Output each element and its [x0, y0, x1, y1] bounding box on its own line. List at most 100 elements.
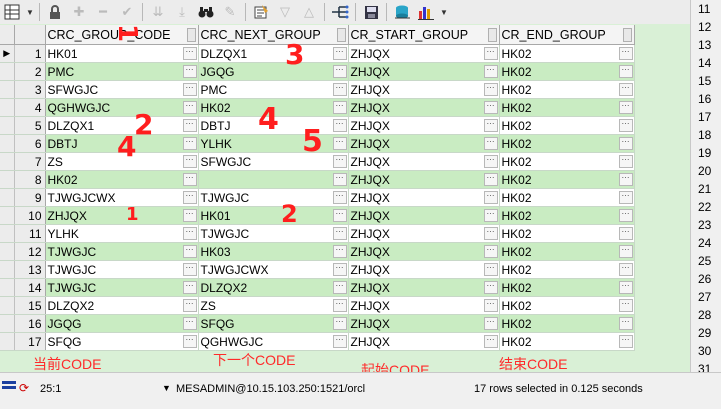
- fetch-last-icon[interactable]: ⤓: [172, 2, 192, 22]
- table-row[interactable]: 15 DLZQX2 ··· ZS ··· ZHJQX ··· HK02 ···: [0, 296, 635, 315]
- cell-ellipsis-button[interactable]: ···: [618, 119, 633, 132]
- table-cell[interactable]: ZHJQX ···: [45, 206, 199, 225]
- cell-ellipsis-button[interactable]: ···: [332, 263, 347, 276]
- row-number[interactable]: 8: [14, 170, 46, 189]
- cell-ellipsis-button[interactable]: ···: [182, 227, 197, 240]
- table-cell[interactable]: PMC ···: [45, 62, 199, 81]
- table-cell[interactable]: ZHJQX ···: [348, 62, 500, 81]
- post-check-icon[interactable]: ✔: [117, 2, 137, 22]
- table-cell[interactable]: QGHWGJC ···: [198, 332, 349, 351]
- current-row-indicator-icon[interactable]: ▶: [0, 44, 15, 63]
- table-cell[interactable]: ZS ···: [198, 296, 349, 315]
- column-header[interactable]: CR_END_GROUP: [499, 25, 635, 45]
- row-number[interactable]: 10: [14, 206, 46, 225]
- cell-ellipsis-button[interactable]: ···: [483, 281, 498, 294]
- table-cell[interactable]: HK02 ···: [499, 188, 635, 207]
- row-number[interactable]: 12: [14, 242, 46, 261]
- cell-ellipsis-button[interactable]: ···: [618, 83, 633, 96]
- table-cell[interactable]: ZHJQX ···: [348, 242, 500, 261]
- table-cell[interactable]: ZHJQX ···: [348, 206, 500, 225]
- row-number[interactable]: 3: [14, 80, 46, 99]
- table-cell[interactable]: HK01 ···: [45, 44, 199, 63]
- table-cell[interactable]: HK02 ···: [499, 44, 635, 63]
- table-row[interactable]: 12 TJWGJC ··· HK03 ··· ZHJQX ··· HK02 ···: [0, 242, 635, 261]
- table-cell[interactable]: TJWGJC ···: [45, 260, 199, 279]
- cell-ellipsis-button[interactable]: ···: [182, 65, 197, 78]
- cell-ellipsis-button[interactable]: ···: [332, 245, 347, 258]
- eraser-icon[interactable]: ✎: [220, 2, 240, 22]
- row-number[interactable]: 6: [14, 134, 46, 153]
- cell-ellipsis-button[interactable]: ···: [182, 317, 197, 330]
- binoculars-icon[interactable]: [196, 2, 216, 22]
- table-row[interactable]: 16 JGQG ··· SFQG ··· ZHJQX ··· HK02 ···: [0, 314, 635, 333]
- column-header[interactable]: CR_START_GROUP: [348, 25, 500, 45]
- cell-ellipsis-button[interactable]: ···: [332, 227, 347, 240]
- cell-ellipsis-button[interactable]: ···: [182, 173, 197, 186]
- table-cell[interactable]: ZHJQX ···: [348, 296, 500, 315]
- row-indicator[interactable]: [0, 170, 15, 189]
- table-cell[interactable]: JGQG ···: [198, 62, 349, 81]
- row-indicator[interactable]: [0, 152, 15, 171]
- table-row[interactable]: 13 TJWGJC ··· TJWGJCWX ··· ZHJQX ··· HK02 ···: [0, 260, 635, 279]
- cell-ellipsis-button[interactable]: ···: [332, 155, 347, 168]
- row-number[interactable]: 7: [14, 152, 46, 171]
- cell-ellipsis-button[interactable]: ···: [483, 101, 498, 114]
- table-cell[interactable]: HK02 ···: [499, 242, 635, 261]
- table-cell[interactable]: ZHJQX ···: [348, 278, 500, 297]
- table-cell[interactable]: HK02 ···: [499, 80, 635, 99]
- query-by-example-icon[interactable]: [330, 2, 350, 22]
- cell-ellipsis-button[interactable]: ···: [483, 299, 498, 312]
- cell-ellipsis-button[interactable]: ···: [618, 101, 633, 114]
- table-row[interactable]: 4 QGHWGJC ··· HK02 ··· ZHJQX ··· HK02 ···: [0, 98, 635, 117]
- cell-ellipsis-button[interactable]: ···: [182, 155, 197, 168]
- row-indicator[interactable]: [0, 332, 15, 351]
- table-cell[interactable]: HK02 ···: [499, 224, 635, 243]
- cell-ellipsis-button[interactable]: ···: [483, 119, 498, 132]
- table-row[interactable]: 14 TJWGJC ··· DLZQX2 ··· ZHJQX ··· HK02 ···: [0, 278, 635, 297]
- table-cell[interactable]: HK02 ···: [499, 170, 635, 189]
- cell-ellipsis-button[interactable]: ···: [332, 209, 347, 222]
- table-cell[interactable]: HK02 ···: [499, 314, 635, 333]
- cell-ellipsis-button[interactable]: ···: [332, 137, 347, 150]
- table-cell[interactable]: HK02 ···: [499, 206, 635, 225]
- row-indicator[interactable]: [0, 98, 15, 117]
- table-cell[interactable]: TJWGJC ···: [198, 188, 349, 207]
- table-cell[interactable]: ZHJQX ···: [348, 98, 500, 117]
- cell-ellipsis-button[interactable]: ···: [618, 155, 633, 168]
- cell-ellipsis-button[interactable]: ···: [182, 83, 197, 96]
- cell-ellipsis-button[interactable]: ···: [182, 299, 197, 312]
- row-number[interactable]: 2: [14, 62, 46, 81]
- save-disk-icon[interactable]: [361, 2, 381, 22]
- row-indicator[interactable]: [0, 260, 15, 279]
- table-cell[interactable]: SFWGJC ···: [45, 80, 199, 99]
- column-menu-button[interactable]: [487, 28, 497, 42]
- row-indicator[interactable]: [0, 80, 15, 99]
- cell-ellipsis-button[interactable]: ···: [618, 137, 633, 150]
- cell-ellipsis-button[interactable]: ···: [483, 263, 498, 276]
- row-number[interactable]: 17: [14, 332, 46, 351]
- cell-ellipsis-button[interactable]: ···: [618, 209, 633, 222]
- cell-ellipsis-button[interactable]: ···: [332, 317, 347, 330]
- cell-ellipsis-button[interactable]: ···: [182, 281, 197, 294]
- table-cell[interactable]: ZHJQX ···: [348, 116, 500, 135]
- dropdown-arrow-icon[interactable]: ▼: [26, 2, 34, 22]
- cell-ellipsis-button[interactable]: ···: [182, 263, 197, 276]
- table-row[interactable]: 3 SFWGJC ··· PMC ··· ZHJQX ··· HK02 ···: [0, 80, 635, 99]
- cell-ellipsis-button[interactable]: ···: [483, 209, 498, 222]
- bar-chart-icon[interactable]: [416, 2, 436, 22]
- row-indicator[interactable]: [0, 116, 15, 135]
- row-number[interactable]: 15: [14, 296, 46, 315]
- table-cell[interactable]: DLZQX2 ···: [45, 296, 199, 315]
- single-record-view-icon[interactable]: [251, 2, 271, 22]
- row-number[interactable]: 1: [14, 44, 46, 63]
- table-cell[interactable]: ZHJQX ···: [348, 314, 500, 333]
- table-cell[interactable]: TJWGJCWX ···: [198, 260, 349, 279]
- cell-ellipsis-button[interactable]: ···: [332, 335, 347, 348]
- table-cell[interactable]: SFWGJC ···: [198, 152, 349, 171]
- table-cell[interactable]: ···: [198, 170, 349, 189]
- table-cell[interactable]: HK02 ···: [499, 98, 635, 117]
- grid-corner[interactable]: [0, 25, 15, 45]
- table-cell[interactable]: SFQG ···: [45, 332, 199, 351]
- row-number[interactable]: 14: [14, 278, 46, 297]
- table-cell[interactable]: HK02 ···: [499, 116, 635, 135]
